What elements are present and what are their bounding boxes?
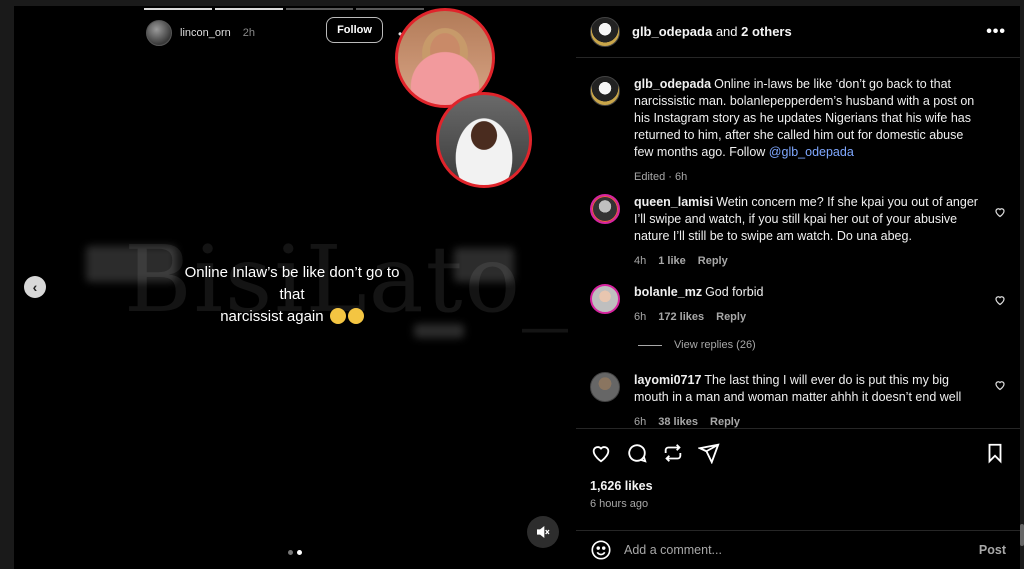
add-comment-input[interactable] (624, 543, 979, 557)
comment-time: 6h (634, 416, 647, 428)
story-caption: Online Inlaw’s be like don’t go to that … (172, 262, 412, 328)
author-avatar[interactable] (590, 16, 620, 47)
post-details-panel: glb_odepada and 2 others ••• glb_odepada… (576, 6, 1020, 569)
man-face-inset (436, 92, 532, 188)
reply-button[interactable]: Reply (698, 253, 728, 270)
previous-slide-button[interactable]: ‹ (24, 276, 46, 298)
post-caption: glb_odepada Online in-laws be like ‘don’t… (590, 76, 1006, 186)
comment-username[interactable]: bolanle_mz (634, 285, 702, 299)
comment-username[interactable]: layomi0717 (634, 373, 701, 387)
comment-body: layomi0717 The last thing I will ever do … (634, 372, 984, 428)
comment-time: 6h (634, 311, 647, 323)
author-avatar[interactable] (590, 76, 620, 106)
post-comment-button[interactable]: Post (979, 543, 1006, 557)
caption-line-2: narcissist again (220, 308, 324, 325)
header-username[interactable]: glb_odepada (632, 24, 712, 39)
caption-line-1: Online Inlaw’s be like don’t go to that (184, 264, 400, 303)
likes-count[interactable]: 1,626 likes (590, 479, 653, 493)
heart-icon[interactable] (590, 442, 612, 464)
like-comment-heart-icon[interactable] (994, 206, 1006, 218)
emoji-icon[interactable] (590, 539, 612, 561)
header-title: glb_odepada and 2 others (632, 24, 792, 39)
like-comment-heart-icon[interactable] (994, 294, 1006, 306)
share-icon[interactable] (698, 442, 720, 464)
view-replies-button[interactable]: View replies (26) (638, 339, 756, 351)
post-actions-bar (590, 440, 1006, 466)
comment-likes[interactable]: 38 likes (658, 414, 698, 428)
repost-icon[interactable] (662, 442, 684, 464)
caption-username[interactable]: glb_odepada (634, 77, 711, 91)
commenter-avatar[interactable] (590, 194, 620, 224)
caption-meta: Edited · 6h (634, 169, 984, 186)
comment-time: 4h (634, 255, 647, 267)
post-media[interactable]: lincon_orn 2h Follow ••• BisiLato_ Onlin… (14, 6, 576, 569)
story-progress-bar (144, 8, 424, 10)
story-time: 2h (242, 27, 256, 39)
comment-icon[interactable] (626, 442, 648, 464)
replies-divider (638, 344, 662, 346)
carousel-dot (288, 550, 293, 555)
bookmark-icon[interactable] (984, 442, 1006, 464)
caption-body: glb_odepada Online in-laws be like ‘don’t… (634, 76, 984, 186)
header-others[interactable]: 2 others (741, 24, 792, 39)
instagram-post-modal: lincon_orn 2h Follow ••• BisiLato_ Onlin… (0, 0, 1024, 569)
comment-item: layomi0717 The last thing I will ever do … (590, 372, 1006, 428)
grimace-emoji-icon (329, 308, 346, 324)
caption-mention-link[interactable]: @glb_odepada (769, 145, 854, 159)
comment-item: queen_lamisi Wetin concern me? If she kpa… (590, 194, 1006, 270)
comment-meta: 4h 1 like Reply (634, 253, 984, 270)
story-follow-button: Follow (326, 17, 383, 43)
page-scrollbar[interactable] (1020, 524, 1024, 546)
comments-list[interactable]: glb_odepada Online in-laws be like ‘don’t… (576, 64, 1020, 429)
comment-likes[interactable]: 1 like (658, 253, 686, 270)
reply-button[interactable]: Reply (710, 414, 740, 428)
comment-item: bolanle_mz God forbid 6h 172 likes Reply (590, 284, 1006, 326)
comment-body: bolanle_mz God forbid 6h 172 likes Reply (634, 284, 984, 326)
chevron-left-icon: ‹ (32, 279, 38, 295)
caption-edited: Edited · 6h (634, 171, 688, 183)
post-header: glb_odepada and 2 others ••• (576, 6, 1020, 58)
story-avatar (146, 20, 172, 46)
mute-button[interactable] (527, 516, 559, 548)
commenter-avatar[interactable] (590, 372, 620, 402)
comment-username[interactable]: queen_lamisi (634, 195, 713, 209)
comment-body: queen_lamisi Wetin concern me? If she kpa… (634, 194, 984, 270)
post-timestamp[interactable]: 6 hours ago (590, 498, 648, 510)
comment-text: God forbid (705, 285, 764, 299)
view-replies-label: View replies (26) (674, 339, 756, 351)
comment-likes[interactable]: 172 likes (658, 309, 704, 326)
like-comment-heart-icon[interactable] (994, 379, 1006, 391)
more-options-icon[interactable]: ••• (986, 23, 1006, 41)
add-comment-bar: Post (576, 530, 1020, 569)
story-header: lincon_orn 2h (146, 20, 255, 46)
mute-icon (537, 525, 550, 539)
reply-button[interactable]: Reply (716, 309, 746, 326)
header-and: and (715, 24, 738, 39)
carousel-dot-active (297, 550, 302, 555)
comment-meta: 6h 38 likes Reply (634, 414, 984, 428)
commenter-avatar[interactable] (590, 284, 620, 314)
story-username: lincon_orn (180, 27, 231, 39)
grimace-emoji-icon (347, 308, 364, 324)
comment-meta: 6h 172 likes Reply (634, 309, 984, 326)
carousel-indicator (288, 550, 302, 555)
